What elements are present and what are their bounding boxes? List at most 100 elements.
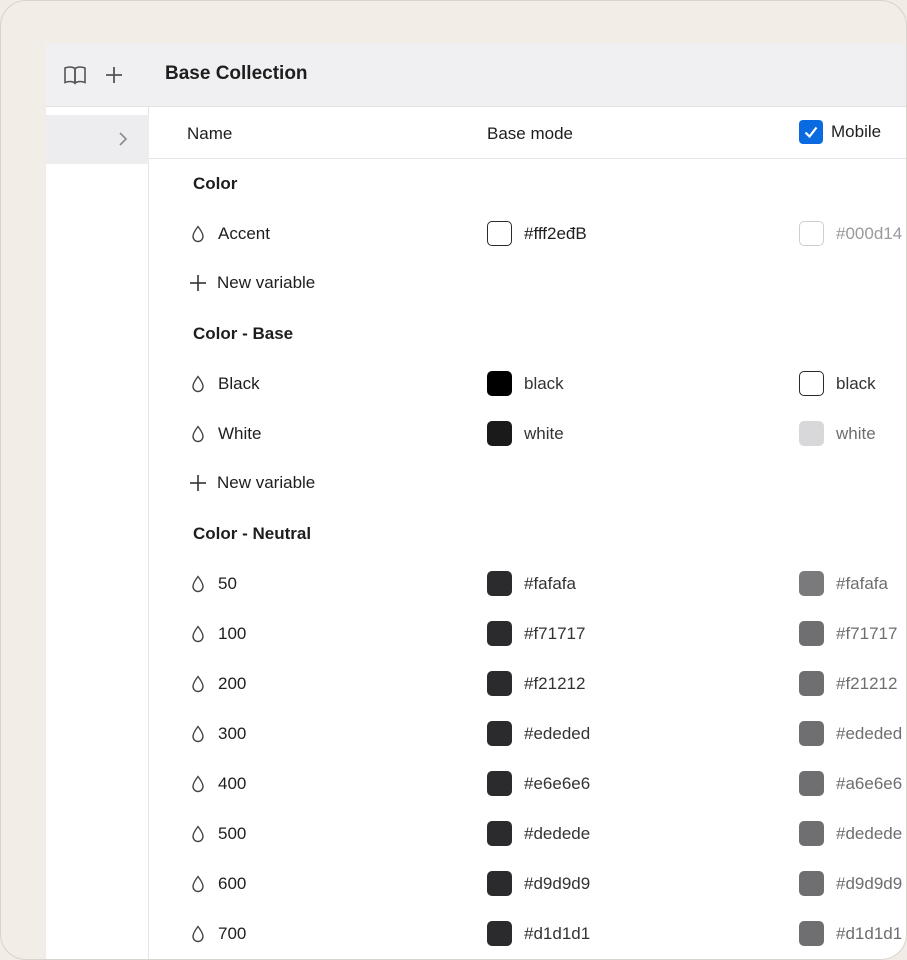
color-value[interactable]: #d9d9d9: [524, 874, 590, 894]
new-variable-row[interactable]: New variable: [149, 259, 906, 309]
color-value[interactable]: #d9d9d9: [836, 874, 902, 894]
variable-name[interactable]: 700: [218, 924, 246, 944]
color-value[interactable]: #e6e6e6: [524, 774, 590, 794]
color-value[interactable]: #dedede: [524, 824, 590, 844]
color-value[interactable]: #fafafa: [836, 574, 888, 594]
variable-name[interactable]: 300: [218, 724, 246, 744]
variable-row[interactable]: White white white: [149, 409, 906, 459]
color-swatch[interactable]: [487, 721, 512, 746]
mobile-value-cell[interactable]: #f71717: [799, 621, 897, 646]
variable-row[interactable]: 700 #d1d1d1 #d1d1d1: [149, 909, 906, 959]
mobile-value-cell[interactable]: #f21212: [799, 671, 897, 696]
color-value[interactable]: white: [836, 424, 876, 444]
color-swatch[interactable]: [487, 671, 512, 696]
color-swatch[interactable]: [487, 221, 512, 246]
color-swatch[interactable]: [799, 871, 824, 896]
variable-row[interactable]: 50 #fafafa #fafafa: [149, 559, 906, 609]
color-swatch[interactable]: [799, 221, 824, 246]
color-swatch[interactable]: [487, 821, 512, 846]
column-mobile-header[interactable]: Mobile: [799, 120, 881, 144]
color-value[interactable]: #f71717: [524, 624, 585, 644]
column-base-mode-header[interactable]: Base mode: [487, 124, 573, 144]
base-value-cell[interactable]: #fafafa: [487, 571, 576, 596]
mobile-value-cell[interactable]: #fafafa: [799, 571, 888, 596]
variable-row[interactable]: 400 #e6e6e6 #a6e6e6: [149, 759, 906, 809]
base-value-cell[interactable]: black: [487, 371, 564, 396]
color-swatch[interactable]: [799, 821, 824, 846]
color-swatch[interactable]: [799, 571, 824, 596]
mobile-value-cell[interactable]: #d9d9d9: [799, 871, 902, 896]
color-swatch[interactable]: [799, 621, 824, 646]
color-value[interactable]: white: [524, 424, 564, 444]
variable-name[interactable]: Accent: [218, 224, 270, 244]
color-swatch[interactable]: [487, 571, 512, 596]
color-value[interactable]: #000d14: [836, 224, 902, 244]
base-value-cell[interactable]: #f21212: [487, 671, 585, 696]
color-value[interactable]: #f21212: [836, 674, 897, 694]
mobile-value-cell[interactable]: white: [799, 421, 876, 446]
mobile-value-cell[interactable]: #000d14: [799, 221, 902, 246]
base-value-cell[interactable]: #dedede: [487, 821, 590, 846]
variable-name[interactable]: 100: [218, 624, 246, 644]
color-value[interactable]: #f21212: [524, 674, 585, 694]
mobile-value-cell[interactable]: black: [799, 371, 876, 396]
variable-row[interactable]: 500 #dedede #dedede: [149, 809, 906, 859]
base-value-cell[interactable]: #f71717: [487, 621, 585, 646]
color-swatch[interactable]: [487, 771, 512, 796]
base-value-cell[interactable]: #fff2eđB: [487, 221, 587, 246]
chevron-right-icon[interactable]: [113, 129, 133, 149]
base-value-cell[interactable]: #e6e6e6: [487, 771, 590, 796]
color-value[interactable]: black: [836, 374, 876, 394]
variable-row[interactable]: Accent #fff2eđB #000d14: [149, 209, 906, 259]
variable-name[interactable]: Black: [218, 374, 260, 394]
color-swatch[interactable]: [487, 371, 512, 396]
book-icon[interactable]: [63, 63, 87, 87]
plus-icon[interactable]: [102, 63, 126, 87]
color-value[interactable]: #fff2eđB: [524, 224, 587, 244]
color-value[interactable]: #dedede: [836, 824, 902, 844]
variable-row[interactable]: 600 #d9d9d9 #d9d9d9: [149, 859, 906, 909]
color-swatch[interactable]: [799, 421, 824, 446]
color-value[interactable]: #ededed: [836, 724, 902, 744]
mobile-value-cell[interactable]: #dedede: [799, 821, 902, 846]
new-variable-button[interactable]: New variable: [189, 473, 315, 493]
base-value-cell[interactable]: #d9d9d9: [487, 871, 590, 896]
color-swatch[interactable]: [799, 921, 824, 946]
variable-row[interactable]: Black black black: [149, 359, 906, 409]
variable-name[interactable]: 400: [218, 774, 246, 794]
variable-name[interactable]: 200: [218, 674, 246, 694]
color-value[interactable]: #d1d1d1: [524, 924, 590, 944]
variable-name[interactable]: 50: [218, 574, 237, 594]
color-swatch[interactable]: [487, 621, 512, 646]
color-swatch[interactable]: [487, 921, 512, 946]
drop-icon: [191, 375, 207, 393]
variable-name[interactable]: 500: [218, 824, 246, 844]
mobile-checkbox[interactable]: [799, 120, 823, 144]
variable-name[interactable]: 600: [218, 874, 246, 894]
new-variable-row[interactable]: New variable: [149, 459, 906, 509]
variable-row[interactable]: 200 #f21212 #f21212: [149, 659, 906, 709]
mobile-value-cell[interactable]: #d1d1d1: [799, 921, 902, 946]
base-value-cell[interactable]: white: [487, 421, 564, 446]
sidebar-collection-item[interactable]: [46, 115, 149, 164]
variable-name[interactable]: White: [218, 424, 261, 444]
new-variable-button[interactable]: New variable: [189, 273, 315, 293]
base-value-cell[interactable]: #ededed: [487, 721, 590, 746]
color-swatch[interactable]: [799, 371, 824, 396]
mobile-value-cell[interactable]: #ededed: [799, 721, 902, 746]
base-value-cell[interactable]: #d1d1d1: [487, 921, 590, 946]
color-value[interactable]: #a6e6e6: [836, 774, 902, 794]
variable-row[interactable]: 300 #ededed #ededed: [149, 709, 906, 759]
color-swatch[interactable]: [799, 721, 824, 746]
color-value[interactable]: #f71717: [836, 624, 897, 644]
mobile-value-cell[interactable]: #a6e6e6: [799, 771, 902, 796]
variable-row[interactable]: 100 #f71717 #f71717: [149, 609, 906, 659]
color-swatch[interactable]: [487, 871, 512, 896]
color-value[interactable]: #fafafa: [524, 574, 576, 594]
color-value[interactable]: black: [524, 374, 564, 394]
color-swatch[interactable]: [487, 421, 512, 446]
color-swatch[interactable]: [799, 771, 824, 796]
color-value[interactable]: #ededed: [524, 724, 590, 744]
color-value[interactable]: #d1d1d1: [836, 924, 902, 944]
color-swatch[interactable]: [799, 671, 824, 696]
